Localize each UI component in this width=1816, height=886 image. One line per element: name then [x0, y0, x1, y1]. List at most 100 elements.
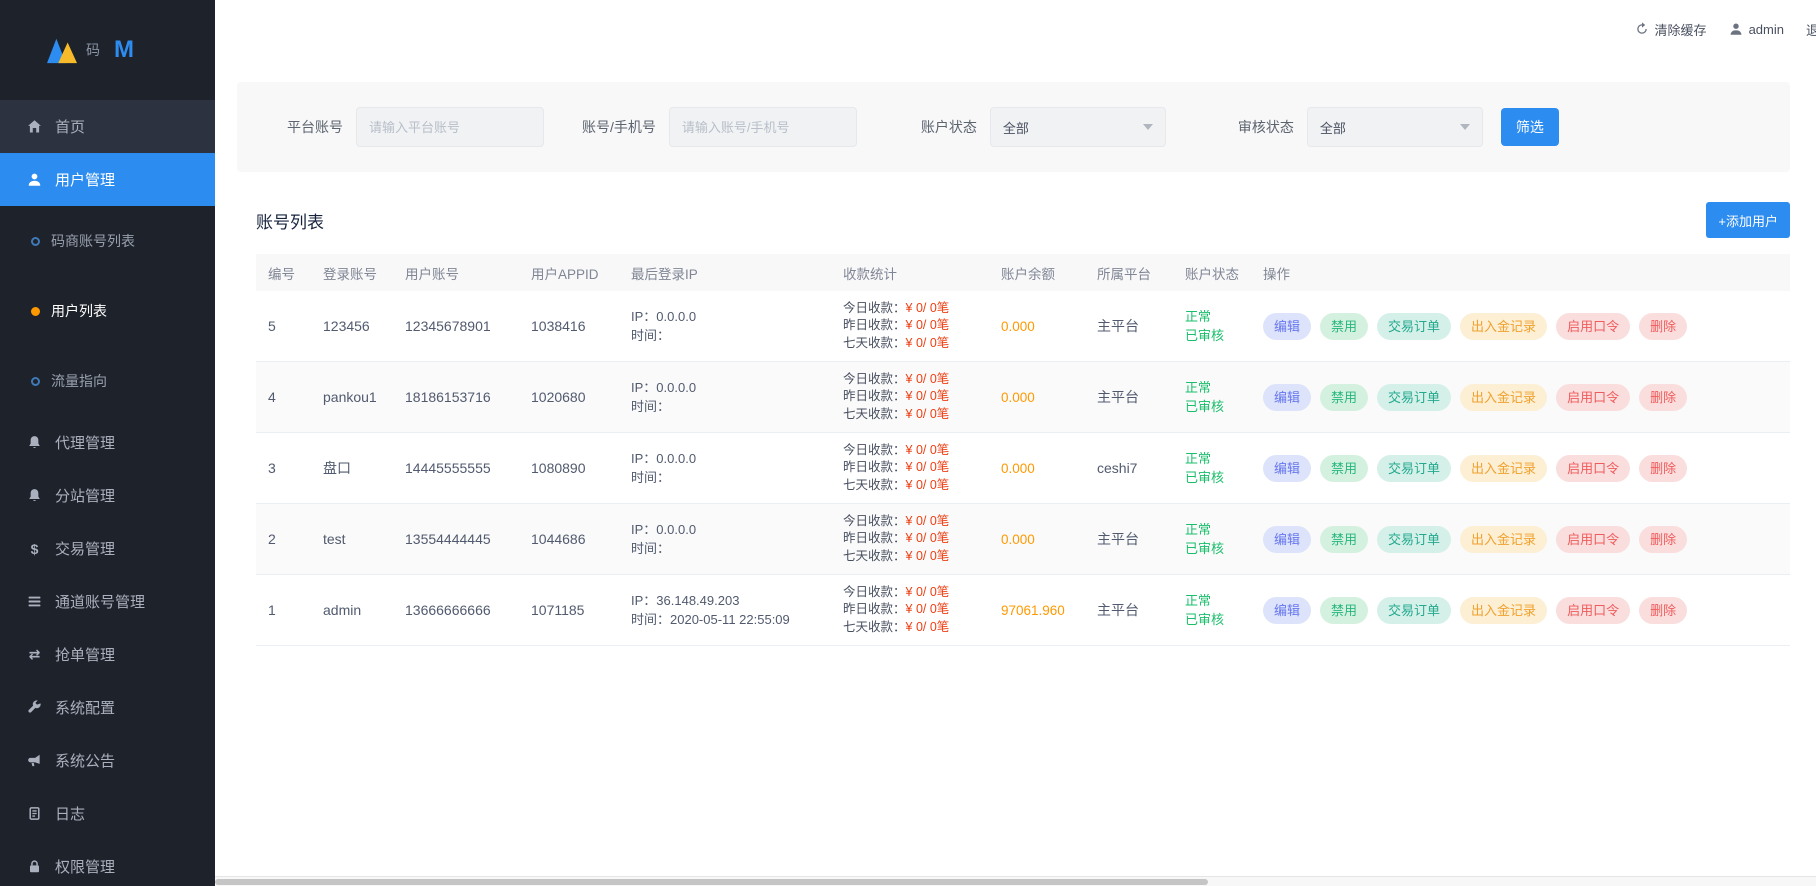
cell-stats: 今日收款：¥ 0/ 0笔 昨日收款：¥ 0/ 0笔 七天收款：¥ 0/ 0笔 — [831, 442, 989, 495]
logout-button[interactable]: 退出 — [1806, 20, 1816, 39]
lock-icon — [27, 859, 42, 874]
disable-button[interactable]: 禁用 — [1320, 597, 1368, 624]
audit-status-value: 全部 — [1320, 118, 1346, 137]
disable-button[interactable]: 禁用 — [1320, 384, 1368, 411]
sidebar-item-label: 日志 — [55, 803, 85, 824]
sidebar-item-agent-management[interactable]: 代理管理 — [0, 416, 215, 469]
delete-button[interactable]: 删除 — [1639, 313, 1687, 340]
trade-orders-button[interactable]: 交易订单 — [1377, 384, 1451, 411]
audit-badge: 已审核 — [1185, 397, 1239, 416]
audit-status-label: 审核状态 — [1238, 117, 1294, 137]
sidebar-subitem-traffic-direction[interactable]: 流量指向 — [0, 346, 215, 416]
cell-balance: 0.000 — [989, 319, 1085, 334]
current-user[interactable]: admin — [1729, 22, 1784, 37]
audit-status-select[interactable]: 全部 — [1307, 107, 1483, 147]
sidebar-item-system-config[interactable]: 系统配置 — [0, 681, 215, 734]
cell-account: 14445555555 — [393, 460, 519, 476]
col-id: 编号 — [256, 263, 311, 283]
list-icon — [27, 594, 42, 609]
chevron-down-icon — [1143, 124, 1153, 130]
account-phone-input[interactable] — [669, 107, 857, 147]
trade-orders-button[interactable]: 交易订单 — [1377, 313, 1451, 340]
status-badge: 正常 — [1185, 307, 1239, 326]
sidebar-item-home[interactable]: 首页 — [0, 100, 215, 153]
edit-button[interactable]: 编辑 — [1263, 384, 1311, 411]
sidebar-item-label: 分站管理 — [55, 485, 115, 506]
horizontal-scrollbar[interactable] — [215, 876, 1816, 886]
cell-last-ip: IP：36.148.49.203 时间：2020-05-11 22:55:09 — [619, 591, 831, 629]
sidebar-item-order-grab-management[interactable]: ⇄ 抢单管理 — [0, 628, 215, 681]
cell-login: pankou1 — [311, 389, 393, 405]
trade-orders-button[interactable]: 交易订单 — [1377, 597, 1451, 624]
sidebar-item-user-management[interactable]: 用户管理 — [0, 153, 215, 206]
bullet-icon — [31, 237, 40, 246]
edit-button[interactable]: 编辑 — [1263, 526, 1311, 553]
cell-id: 1 — [256, 602, 311, 618]
cell-appid: 1038416 — [519, 318, 619, 334]
sidebar-item-channel-account-management[interactable]: 通道账号管理 — [0, 575, 215, 628]
cell-account: 18186153716 — [393, 389, 519, 405]
platform-account-input[interactable] — [356, 107, 544, 147]
sidebar-subitem-user-list[interactable]: 用户列表 — [0, 276, 215, 346]
sidebar-item-label: 系统公告 — [55, 750, 115, 771]
delete-button[interactable]: 删除 — [1639, 526, 1687, 553]
sidebar-item-trade-management[interactable]: $ 交易管理 — [0, 522, 215, 575]
table-row: 3 盘口 14445555555 1080890 IP：0.0.0.0 时间： … — [256, 433, 1790, 504]
user-icon — [1729, 22, 1743, 36]
chevron-down-icon — [1460, 124, 1470, 130]
sidebar-item-label: 首页 — [55, 116, 85, 137]
delete-button[interactable]: 删除 — [1639, 597, 1687, 624]
fund-records-button[interactable]: 出入金记录 — [1460, 597, 1547, 624]
scrollbar-thumb[interactable] — [215, 879, 1208, 885]
fund-records-button[interactable]: 出入金记录 — [1460, 455, 1547, 482]
fund-records-button[interactable]: 出入金记录 — [1460, 313, 1547, 340]
edit-button[interactable]: 编辑 — [1263, 597, 1311, 624]
cell-last-ip: IP：0.0.0.0 时间： — [619, 449, 831, 487]
cell-appid: 1044686 — [519, 531, 619, 547]
trade-orders-button[interactable]: 交易订单 — [1377, 455, 1451, 482]
sidebar-item-logs[interactable]: 日志 — [0, 787, 215, 840]
fund-records-button[interactable]: 出入金记录 — [1460, 384, 1547, 411]
enable-password-button[interactable]: 启用口令 — [1556, 597, 1630, 624]
table-row: 4 pankou1 18186153716 1020680 IP：0.0.0.0… — [256, 362, 1790, 433]
status-badge: 正常 — [1185, 449, 1239, 468]
account-status-select[interactable]: 全部 — [990, 107, 1166, 147]
account-phone-label: 账号/手机号 — [582, 117, 656, 137]
sidebar-item-label: 用户管理 — [55, 169, 115, 190]
audit-badge: 已审核 — [1185, 326, 1239, 345]
disable-button[interactable]: 禁用 — [1320, 455, 1368, 482]
fund-records-button[interactable]: 出入金记录 — [1460, 526, 1547, 553]
enable-password-button[interactable]: 启用口令 — [1556, 526, 1630, 553]
enable-password-button[interactable]: 启用口令 — [1556, 455, 1630, 482]
disable-button[interactable]: 禁用 — [1320, 313, 1368, 340]
clear-cache-button[interactable]: 清除缓存 — [1635, 20, 1707, 39]
trade-orders-button[interactable]: 交易订单 — [1377, 526, 1451, 553]
account-status-label: 账户状态 — [921, 117, 977, 137]
disable-button[interactable]: 禁用 — [1320, 526, 1368, 553]
filter-button[interactable]: 筛选 — [1501, 108, 1559, 146]
platform-account-label: 平台账号 — [287, 117, 343, 137]
sidebar-subitem-merchant-accounts[interactable]: 码商账号列表 — [0, 206, 215, 276]
cell-balance: 0.000 — [989, 390, 1085, 405]
sidebar-item-system-announcement[interactable]: 系统公告 — [0, 734, 215, 787]
cell-appid: 1071185 — [519, 602, 619, 618]
sidebar-subitem-label: 码商账号列表 — [51, 231, 135, 251]
cell-balance: 97061.960 — [989, 603, 1085, 618]
accounts-table: 编号 登录账号 用户账号 用户APPID 最后登录IP 收款统计 账户余额 所属… — [256, 254, 1790, 646]
cell-stats: 今日收款：¥ 0/ 0笔 昨日收款：¥ 0/ 0笔 七天收款：¥ 0/ 0笔 — [831, 300, 989, 353]
delete-button[interactable]: 删除 — [1639, 455, 1687, 482]
bullet-icon — [31, 377, 40, 386]
enable-password-button[interactable]: 启用口令 — [1556, 384, 1630, 411]
edit-button[interactable]: 编辑 — [1263, 455, 1311, 482]
sidebar-item-permission-management[interactable]: 权限管理 — [0, 840, 215, 886]
enable-password-button[interactable]: 启用口令 — [1556, 313, 1630, 340]
edit-button[interactable]: 编辑 — [1263, 313, 1311, 340]
table-row: 5 123456 12345678901 1038416 IP：0.0.0.0 … — [256, 291, 1790, 362]
cell-account: 13554444445 — [393, 531, 519, 547]
status-badge: 正常 — [1185, 520, 1239, 539]
sidebar-item-label: 权限管理 — [55, 856, 115, 877]
add-user-button[interactable]: +添加用户 — [1706, 202, 1790, 238]
delete-button[interactable]: 删除 — [1639, 384, 1687, 411]
cell-status: 正常 已审核 — [1173, 520, 1251, 558]
sidebar-item-substation-management[interactable]: 分站管理 — [0, 469, 215, 522]
